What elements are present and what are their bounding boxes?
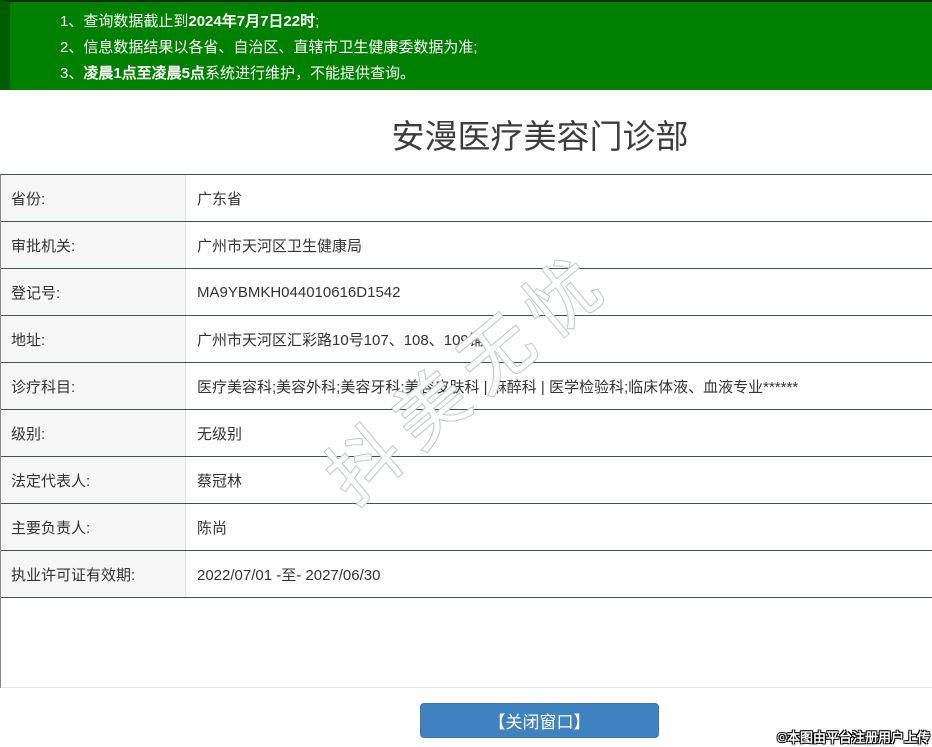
notice-item-1: 1、查询数据截止到2024年7月7日22时;	[60, 9, 932, 35]
record-table: 省份: 广东省 审批机关: 广州市天河区卫生健康局 登记号: MA9YBMKH0…	[0, 174, 932, 688]
notice-text: 查询数据截止到	[83, 13, 189, 30]
notice-text: ;	[315, 13, 320, 30]
row-label: 地址:	[1, 316, 186, 362]
row-label: 登记号:	[1, 269, 186, 315]
row-value: 医疗美容科;美容外科;美容牙科;美容皮肤科 | 麻醉科 | 医学检验科;临床体液…	[197, 378, 799, 396]
row-label: 主要负责人:	[1, 504, 186, 550]
upload-credit-watermark: ©本图由平台注册用户上传	[777, 730, 930, 745]
table-empty-space	[1, 598, 932, 688]
row-value: 陈尚	[197, 519, 228, 537]
notice-banner: 1、查询数据截止到2024年7月7日22时; 2、信息数据结果以各省、自治区、直…	[0, 0, 932, 90]
row-value: 广州市天河区汇彩路10号107、108、109铺	[197, 331, 484, 349]
close-window-button[interactable]: 【关闭窗口】	[420, 703, 659, 738]
row-value: 广东省	[197, 190, 243, 208]
notice-number: 3、	[60, 65, 84, 82]
row-label: 法定代表人:	[1, 457, 186, 503]
row-label: 审批机关:	[1, 222, 186, 268]
notice-number: 2、	[60, 39, 84, 56]
row-label: 省份:	[1, 175, 186, 221]
table-row-registration-number: 登记号: MA9YBMKH044010616D1542	[1, 269, 932, 316]
table-row-legal-representative: 法定代表人: 蔡冠林	[1, 457, 932, 504]
notice-item-2: 2、信息数据结果以各省、自治区、直辖市卫生健康委数据为准;	[60, 35, 932, 61]
table-row-province: 省份: 广东省	[1, 175, 932, 222]
row-value: 无级别	[197, 425, 243, 443]
row-value: MA9YBMKH044010616D1542	[197, 283, 401, 301]
row-label: 级别:	[1, 410, 186, 456]
institution-title: 安漫医疗美容门诊部	[391, 118, 689, 155]
row-label: 执业许可证有效期:	[1, 551, 186, 597]
table-row-principal: 主要负责人: 陈尚	[1, 504, 932, 551]
table-row-approval-authority: 审批机关: 广州市天河区卫生健康局	[1, 222, 932, 269]
notice-number: 1、	[60, 13, 84, 30]
table-row-license-validity: 执业许可证有效期: 2022/07/01 -至- 2027/06/30	[1, 551, 932, 598]
table-row-address: 地址: 广州市天河区汇彩路10号107、108、109铺	[1, 316, 932, 363]
row-value: 蔡冠林	[197, 472, 243, 490]
notice-text: 系统进行维护，不能提供查询。	[205, 65, 416, 82]
row-label: 诊疗科目:	[1, 363, 186, 409]
notice-bold-text: 凌晨1点至凌晨5点	[83, 65, 206, 82]
notice-item-3: 3、凌晨1点至凌晨5点系统进行维护，不能提供查询。	[60, 61, 932, 87]
query-result-page: 1、查询数据截止到2024年7月7日22时; 2、信息数据结果以各省、自治区、直…	[0, 0, 932, 747]
notice-text: 信息数据结果以各省、自治区、直辖市卫生健康委数据为准;	[83, 39, 478, 56]
notice-bold-text: 2024年7月7日22时	[188, 13, 316, 30]
table-row-medical-subjects: 诊疗科目: 医疗美容科;美容外科;美容牙科;美容皮肤科 | 麻醉科 | 医学检验…	[1, 363, 932, 410]
row-value: 2022/07/01 -至- 2027/06/30	[197, 566, 381, 584]
table-row-level: 级别: 无级别	[1, 410, 932, 457]
row-value: 广州市天河区卫生健康局	[197, 237, 363, 255]
